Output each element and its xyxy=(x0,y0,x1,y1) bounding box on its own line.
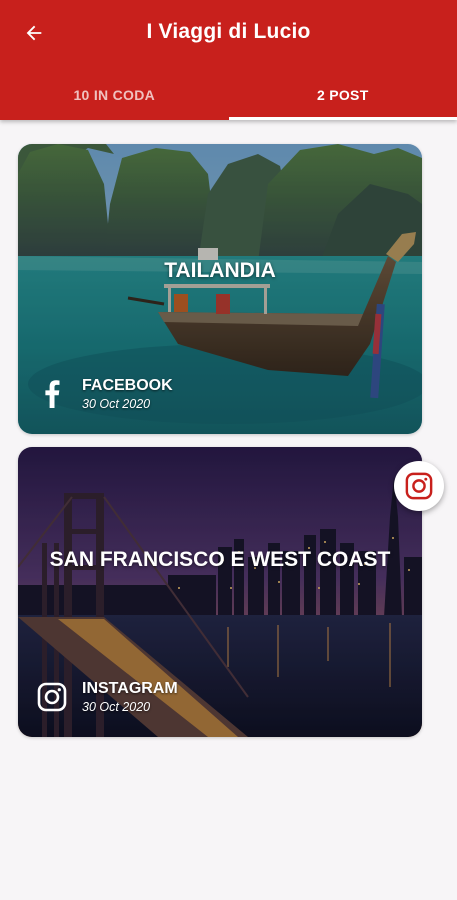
platform-label: INSTAGRAM xyxy=(82,680,178,697)
post-footer: INSTAGRAM 30 Oct 2020 xyxy=(34,679,178,715)
post-date: 30 Oct 2020 xyxy=(82,700,151,714)
post-meta: INSTAGRAM 30 Oct 2020 xyxy=(82,679,178,715)
tab-bar: 10 IN CODA 2 POST xyxy=(0,70,457,120)
post-footer: FACEBOOK 30 Oct 2020 xyxy=(34,376,173,412)
page-title: I Viaggi di Lucio xyxy=(146,20,311,43)
post-meta: FACEBOOK 30 Oct 2020 xyxy=(82,376,173,412)
tab-posts[interactable]: 2 POST xyxy=(228,70,457,120)
post-card-san-francisco[interactable]: SAN FRANCISCO E WEST COAST INSTAGRAM 30 … xyxy=(18,447,422,737)
instagram-icon xyxy=(405,472,433,500)
post-card-thailand[interactable]: TAILANDIA FACEBOOK 30 Oct 2020 xyxy=(18,144,422,434)
post-title: SAN FRANCISCO E WEST COAST xyxy=(49,548,391,571)
post-title: TAILANDIA xyxy=(164,259,276,282)
tab-queue[interactable]: 10 IN CODA xyxy=(0,70,229,120)
platform-label: FACEBOOK xyxy=(82,377,173,394)
facebook-icon xyxy=(34,376,70,412)
instagram-icon xyxy=(34,679,70,715)
post-date: 30 Oct 2020 xyxy=(82,397,151,411)
app-bar: I Viaggi di Lucio 10 IN CODA 2 POST xyxy=(0,0,457,120)
instagram-share-button[interactable] xyxy=(394,461,444,511)
